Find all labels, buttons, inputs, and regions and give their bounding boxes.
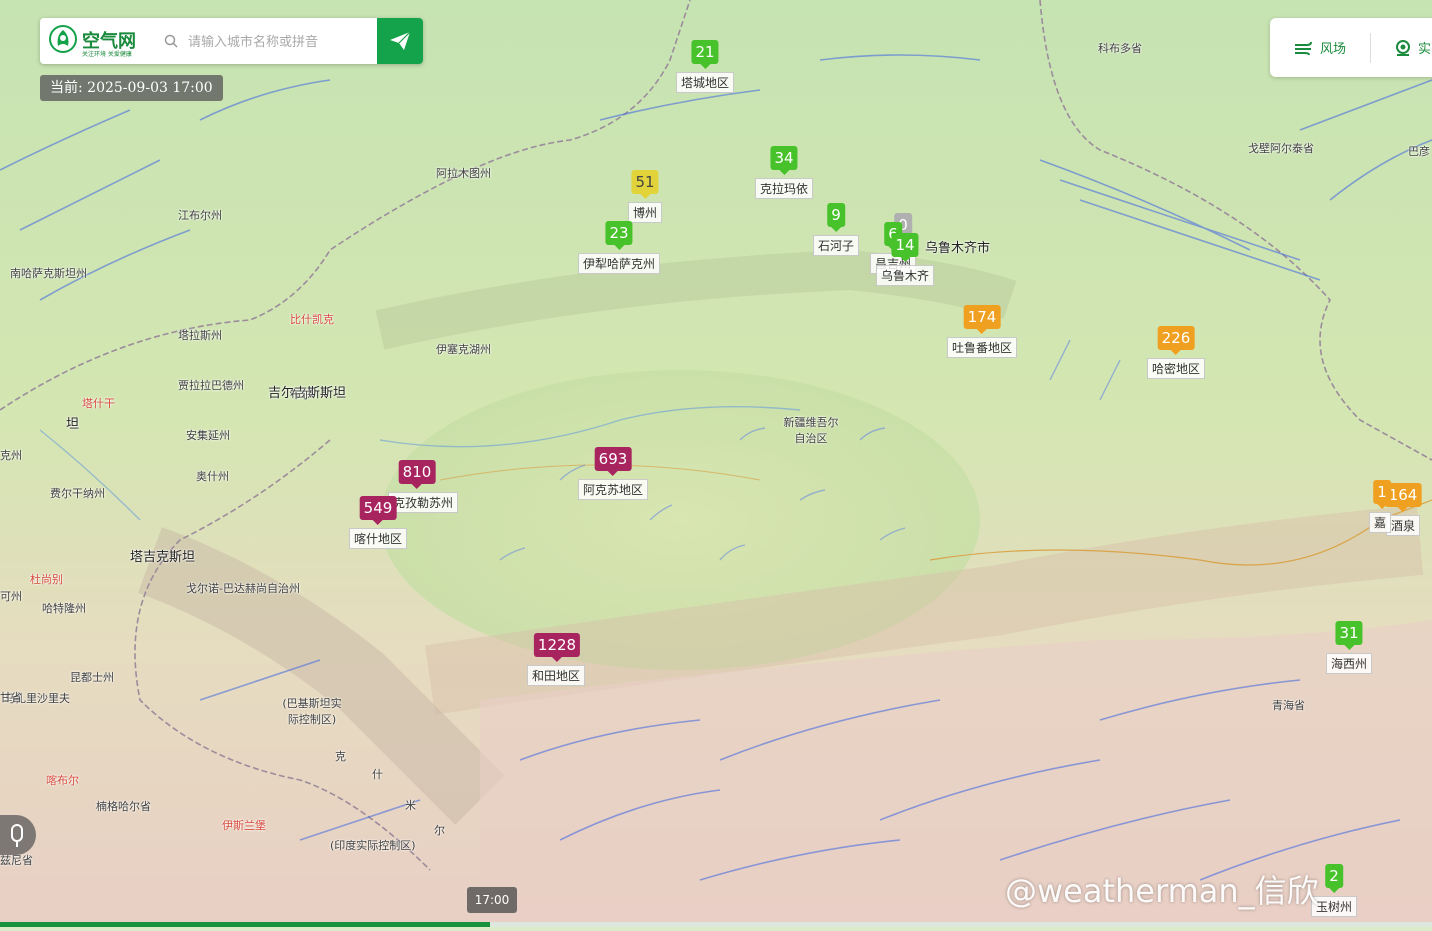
legend-toggle-button[interactable] (0, 815, 36, 855)
city-label[interactable]: 和田地区 (526, 665, 586, 686)
place-name: 费尔干纳州 (50, 487, 105, 500)
place-name: 尔 (434, 824, 445, 837)
logo-subtitle: 关注环境 关爱健康 (82, 51, 132, 58)
place-name: 可州 (0, 590, 22, 603)
live-toggle[interactable]: 实 (1394, 38, 1431, 57)
aqi-marker[interactable]: 174 (963, 305, 1001, 334)
city-label[interactable]: 伊犁哈萨克州 (577, 253, 661, 274)
place-name: 巴彦 (1408, 145, 1430, 158)
aqi-marker[interactable]: 21 (691, 40, 719, 69)
place-name: 什 (372, 768, 383, 781)
place-name: (印度实际控制区) (330, 839, 416, 852)
aqi-marker[interactable]: 34 (770, 146, 798, 175)
place-name: 克州 (0, 449, 22, 462)
place-name: 坦 (66, 417, 80, 432)
place-name: 安集延州 (186, 429, 230, 442)
aqi-marker[interactable]: 23 (605, 221, 633, 250)
city-search-input[interactable] (186, 28, 376, 56)
place-name: 比什凯克 (290, 313, 334, 326)
aqi-marker[interactable]: 2 (1325, 864, 1343, 893)
place-name: 塔吉克斯坦 (130, 550, 196, 565)
city-label[interactable]: 克孜勒苏州 (387, 492, 459, 513)
city-label[interactable]: 克拉玛依 (754, 178, 814, 199)
map-background (0, 0, 1432, 927)
aqi-marker[interactable]: 226 (1157, 326, 1195, 355)
aqi-marker[interactable]: 810 (398, 460, 436, 489)
place-name: 乌鲁木齐市 (925, 241, 991, 256)
place-name: 米 (405, 799, 416, 812)
city-label[interactable]: 塔城地区 (675, 72, 735, 93)
search-bar: 空气网 关注环境 关爱健康 (40, 18, 423, 64)
logo-icon (49, 25, 77, 53)
current-time-badge: 当前: 2025-09-03 17:00 (40, 75, 223, 101)
place-name: 楠格哈尔省 (96, 800, 151, 813)
aqi-marker[interactable]: 549 (359, 496, 397, 525)
place-name: 江布尔州 (178, 209, 222, 222)
place-name: 甘省 (0, 691, 22, 704)
place-name: 奥什州 (196, 470, 229, 483)
live-label: 实 (1418, 42, 1432, 57)
search-icon (164, 34, 178, 48)
place-name: 伊斯兰堡 (222, 819, 266, 832)
legend-icon (11, 824, 23, 847)
place-name: 贾拉拉巴德州 (178, 379, 244, 392)
place-name: 青海省 (1272, 699, 1305, 712)
place-name: 阿拉木图州 (436, 167, 491, 180)
city-label[interactable]: 海西州 (1325, 653, 1373, 674)
place-name: 科布多省 (1098, 42, 1142, 55)
city-label[interactable]: 石河子 (812, 235, 860, 256)
aqi-marker[interactable]: 51 (631, 170, 659, 199)
site-logo[interactable]: 空气网 关注环境 关爱健康 (48, 24, 160, 58)
wind-field-label: 风场 (1320, 42, 1347, 57)
timeline-thumb[interactable]: 17:00 (467, 887, 517, 913)
city-label[interactable]: 哈密地区 (1146, 358, 1206, 379)
aqi-marker[interactable]: 14 (891, 233, 919, 262)
watermark: @weatherman_信欣 (1005, 872, 1319, 910)
map-canvas[interactable] (0, 0, 1432, 927)
place-name: 布尔 (290, 388, 312, 401)
wind-icon (1295, 41, 1312, 55)
place-name: 伊塞克湖州 (436, 343, 491, 356)
aqi-marker[interactable]: 31 (1335, 621, 1363, 650)
place-name: 南哈萨克斯坦州 (10, 267, 87, 280)
place-name: 克 (335, 750, 346, 763)
city-label[interactable]: 酒泉 (1385, 515, 1421, 536)
aqi-marker[interactable]: 9 (827, 203, 845, 232)
city-label[interactable]: 乌鲁木齐 (875, 265, 935, 286)
paper-plane-icon (390, 31, 411, 50)
search-submit-button[interactable] (377, 18, 423, 64)
tool-divider (1370, 33, 1371, 63)
tool-panel: 风场 实 (1270, 18, 1432, 77)
place-name: 塔拉斯州 (178, 329, 222, 342)
place-name: 昆都士州 (70, 671, 114, 684)
city-label[interactable]: 嘉 (1368, 512, 1392, 533)
place-name: (巴基斯坦实际控制区) (282, 697, 342, 726)
place-name: 新疆维吾尔自治区 (783, 416, 839, 445)
place-name: 戈尔诺-巴达赫尚自治州 (186, 582, 300, 595)
place-name: 戈壁阿尔泰省 (1248, 142, 1314, 155)
aqi-marker[interactable]: 693 (594, 447, 632, 476)
timeline-bar[interactable] (0, 922, 1432, 927)
place-name: 塔什干 (82, 397, 115, 410)
city-label[interactable]: 吐鲁番地区 (946, 337, 1018, 358)
location-icon (1396, 39, 1410, 56)
timeline-progress (0, 922, 490, 927)
city-label[interactable]: 阿克苏地区 (577, 479, 649, 500)
aqi-marker[interactable]: 1 (1373, 480, 1391, 509)
place-name: 杜尚别 (30, 573, 63, 586)
city-label[interactable]: 博州 (627, 202, 663, 223)
place-name: 哈特隆州 (42, 602, 86, 615)
aqi-marker[interactable]: 1228 (533, 633, 581, 662)
place-name: 喀布尔 (46, 774, 79, 787)
city-label[interactable]: 喀什地区 (348, 528, 408, 549)
wind-field-toggle[interactable]: 风场 (1294, 38, 1346, 57)
